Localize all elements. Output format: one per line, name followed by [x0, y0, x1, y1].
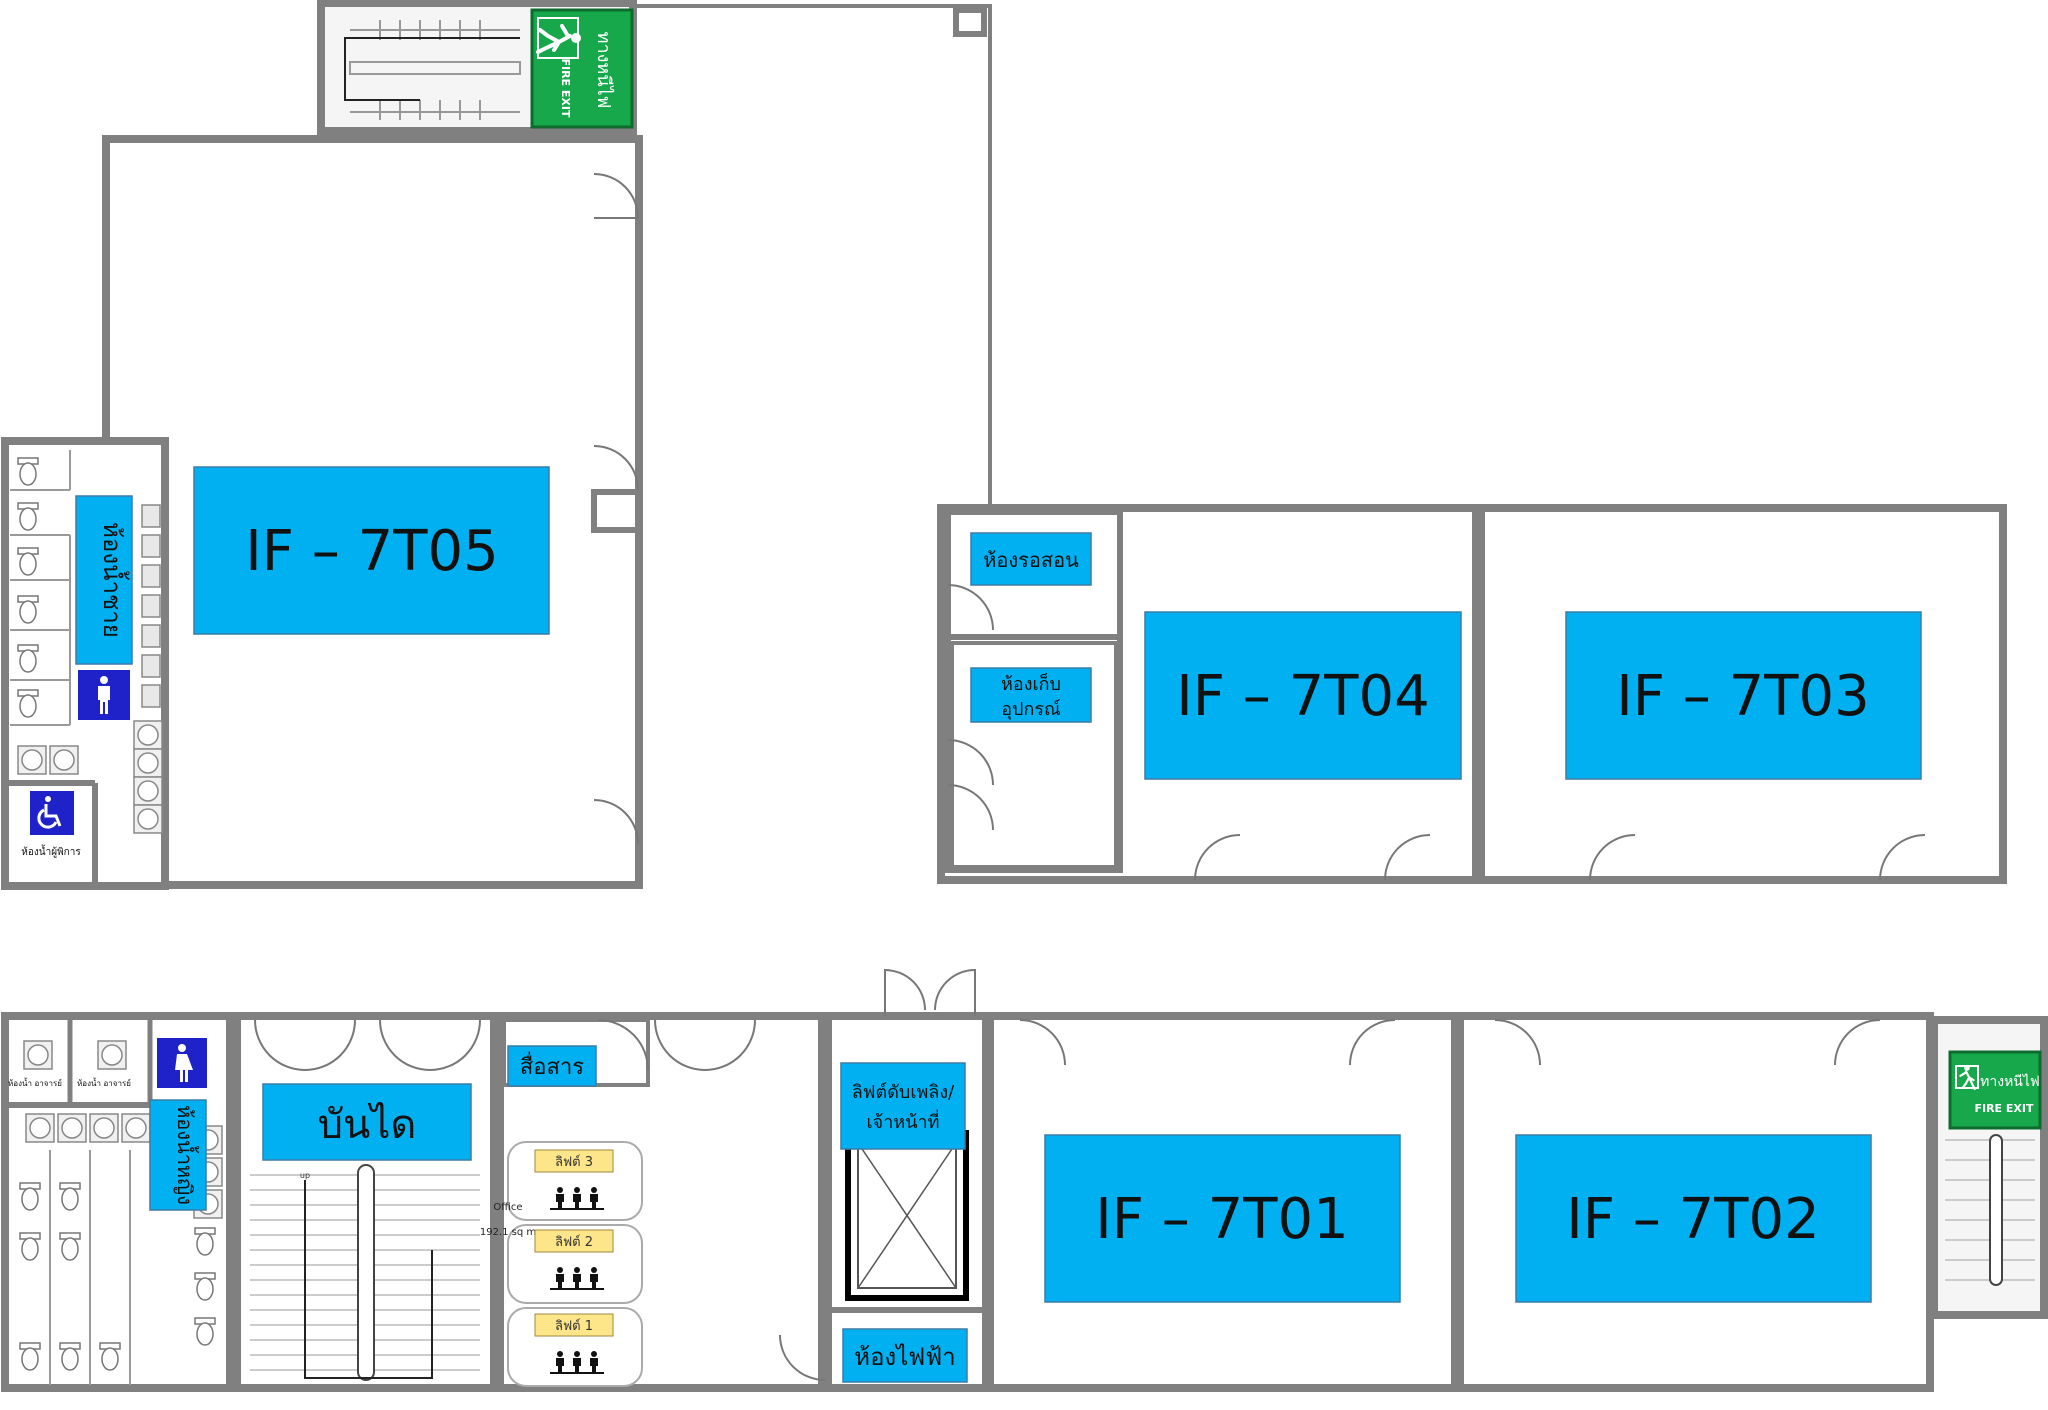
womens-toilet[interactable]: ห้องน้ำหญิง: [149, 1099, 207, 1211]
media-room-label: สื่อสาร: [520, 1051, 584, 1080]
room-7t03[interactable]: IF – 7T03: [1565, 611, 1922, 780]
storage-room-label-2: อุปกรณ์: [1001, 699, 1061, 720]
people-icon: [550, 1267, 604, 1290]
stairs-label: บันได: [318, 1102, 417, 1148]
people-icon: [550, 1351, 604, 1374]
office-note-name: Office: [493, 1202, 522, 1213]
wheelchair-icon: [30, 791, 74, 835]
lift-1-label: ลิฟต์ 1: [555, 1318, 593, 1334]
teacher-toilet-2-label: ห้องน้ำ อาจารย์: [77, 1077, 131, 1088]
elevator-shaft-icon: [845, 1130, 969, 1301]
fire-exit-thai-right: ทางหนีไฟ: [1980, 1073, 2040, 1090]
fire-lift[interactable]: ลิฟต์ดับเพลิง/ เจ้าหน้าที่: [840, 1062, 966, 1150]
teacher-toilet-1-label: ห้องน้ำ อาจารย์: [8, 1077, 62, 1088]
fire-exit-english-top: FIRE EXIT: [559, 58, 572, 118]
mens-toilet-label: ห้องน้ำชาย: [98, 522, 130, 638]
people-icon: [550, 1187, 604, 1210]
room-7t01[interactable]: IF – 7T01: [1044, 1134, 1401, 1303]
male-icon: [78, 670, 130, 720]
media-room[interactable]: สื่อสาร: [507, 1045, 597, 1087]
room-7t03-label: IF – 7T03: [1616, 664, 1869, 729]
storage-room[interactable]: ห้องเก็บ อุปกรณ์: [970, 667, 1092, 723]
fire-exit-thai-top: ทางหนีไฟ: [593, 32, 615, 109]
stairs-room[interactable]: บันได: [262, 1083, 472, 1161]
fire-exit-english-right: FIRE EXIT: [1974, 1102, 2034, 1115]
teacher-toilet-2[interactable]: ห้องน้ำ อาจารย์: [77, 1077, 131, 1088]
room-7t04[interactable]: IF – 7T04: [1144, 611, 1462, 780]
female-icon: [157, 1038, 207, 1088]
womens-toilet-label: ห้องน้ำหญิง: [173, 1105, 199, 1205]
stairs-up-marker: up: [300, 1171, 310, 1180]
room-7t02[interactable]: IF – 7T02: [1515, 1134, 1872, 1303]
electrical-room-label: ห้องไฟฟ้า: [854, 1343, 955, 1371]
fire-exit-sign-right: ทางหนีไฟ FIRE EXIT: [1948, 1050, 2042, 1130]
mens-toilet[interactable]: ห้องน้ำชาย: [75, 495, 133, 665]
room-7t01-label: IF – 7T01: [1095, 1187, 1348, 1252]
accessible-toilet-label: ห้องน้ำผู้พิการ: [21, 844, 81, 858]
fire-lift-label-1: ลิฟต์ดับเพลิง/: [852, 1082, 955, 1103]
room-7t05-label: IF – 7T05: [245, 519, 498, 584]
room-7t04-label: IF – 7T04: [1176, 664, 1429, 729]
floor-plan: IF – 7T05 IF – 7T04 IF – 7T03 IF – 7T01 …: [1, 0, 2048, 1392]
accessible-toilet[interactable]: ห้องน้ำผู้พิการ: [21, 791, 81, 858]
waiting-room[interactable]: ห้องรอสอน: [970, 532, 1092, 586]
fire-exit-sign-top: ทางหนีไฟ FIRE EXIT: [530, 8, 634, 129]
lift-3-label: ลิฟต์ 3: [555, 1154, 593, 1170]
storage-room-label-1: ห้องเก็บ: [1001, 672, 1061, 695]
teacher-toilet-1[interactable]: ห้องน้ำ อาจารย์: [8, 1077, 62, 1088]
office-note-area: 192.1 sq m: [480, 1227, 536, 1238]
waiting-room-label: ห้องรอสอน: [983, 548, 1079, 572]
electrical-room[interactable]: ห้องไฟฟ้า: [842, 1328, 968, 1383]
fire-lift-label-2: เจ้าหน้าที่: [867, 1109, 940, 1133]
lift-2-label: ลิฟต์ 2: [555, 1234, 593, 1250]
room-7t05[interactable]: IF – 7T05: [193, 466, 550, 635]
room-7t02-label: IF – 7T02: [1566, 1187, 1819, 1252]
